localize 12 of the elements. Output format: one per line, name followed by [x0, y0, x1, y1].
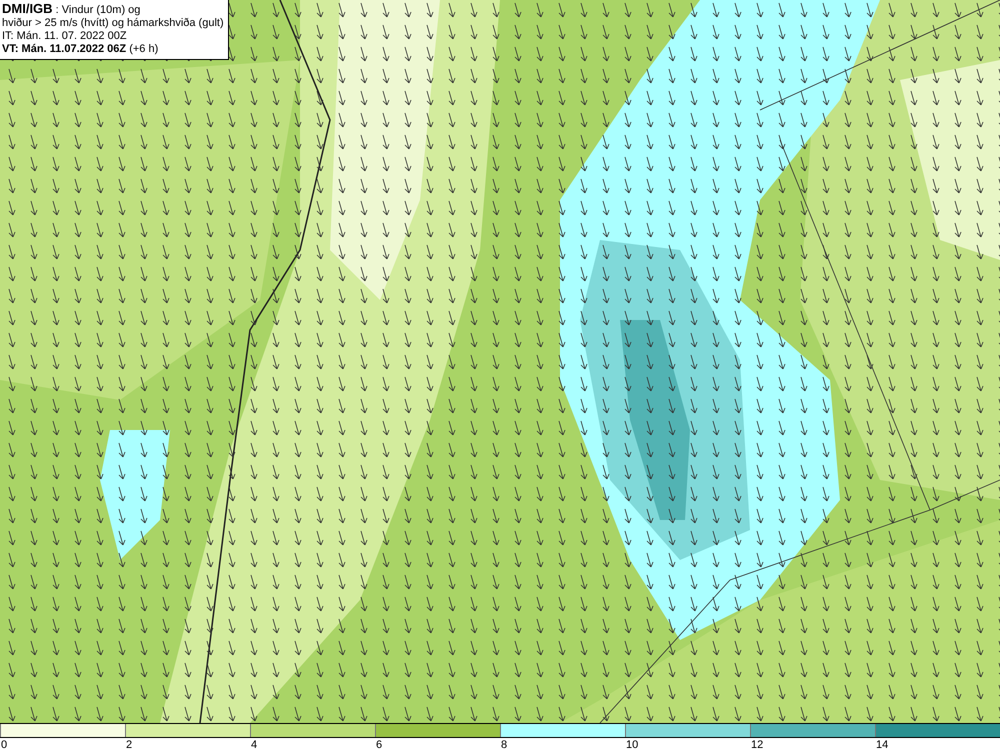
info-text: VT: Mán. 11.07.2022 06Z (+6 h) — [2, 43, 160, 56]
legend-label: 8 — [501, 739, 508, 751]
legend-label: 14 — [876, 739, 888, 751]
info-text: IT: Mán. 11. 07. 2022 00Z — [2, 30, 128, 43]
legend-label: 0 — [1, 739, 8, 751]
legend-label: 10 — [626, 739, 638, 751]
legend-label: 4 — [251, 739, 258, 751]
legend-label: 2 — [126, 739, 132, 751]
info-text: hviður > 25 m/s (hvítt) og hámarkshviða (gult) — [2, 17, 224, 30]
legend-label: 6 — [376, 739, 382, 751]
info-text: DMI/IGB : Vindur (10m) og — [2, 2, 142, 17]
legend-label: 12 — [751, 739, 764, 751]
